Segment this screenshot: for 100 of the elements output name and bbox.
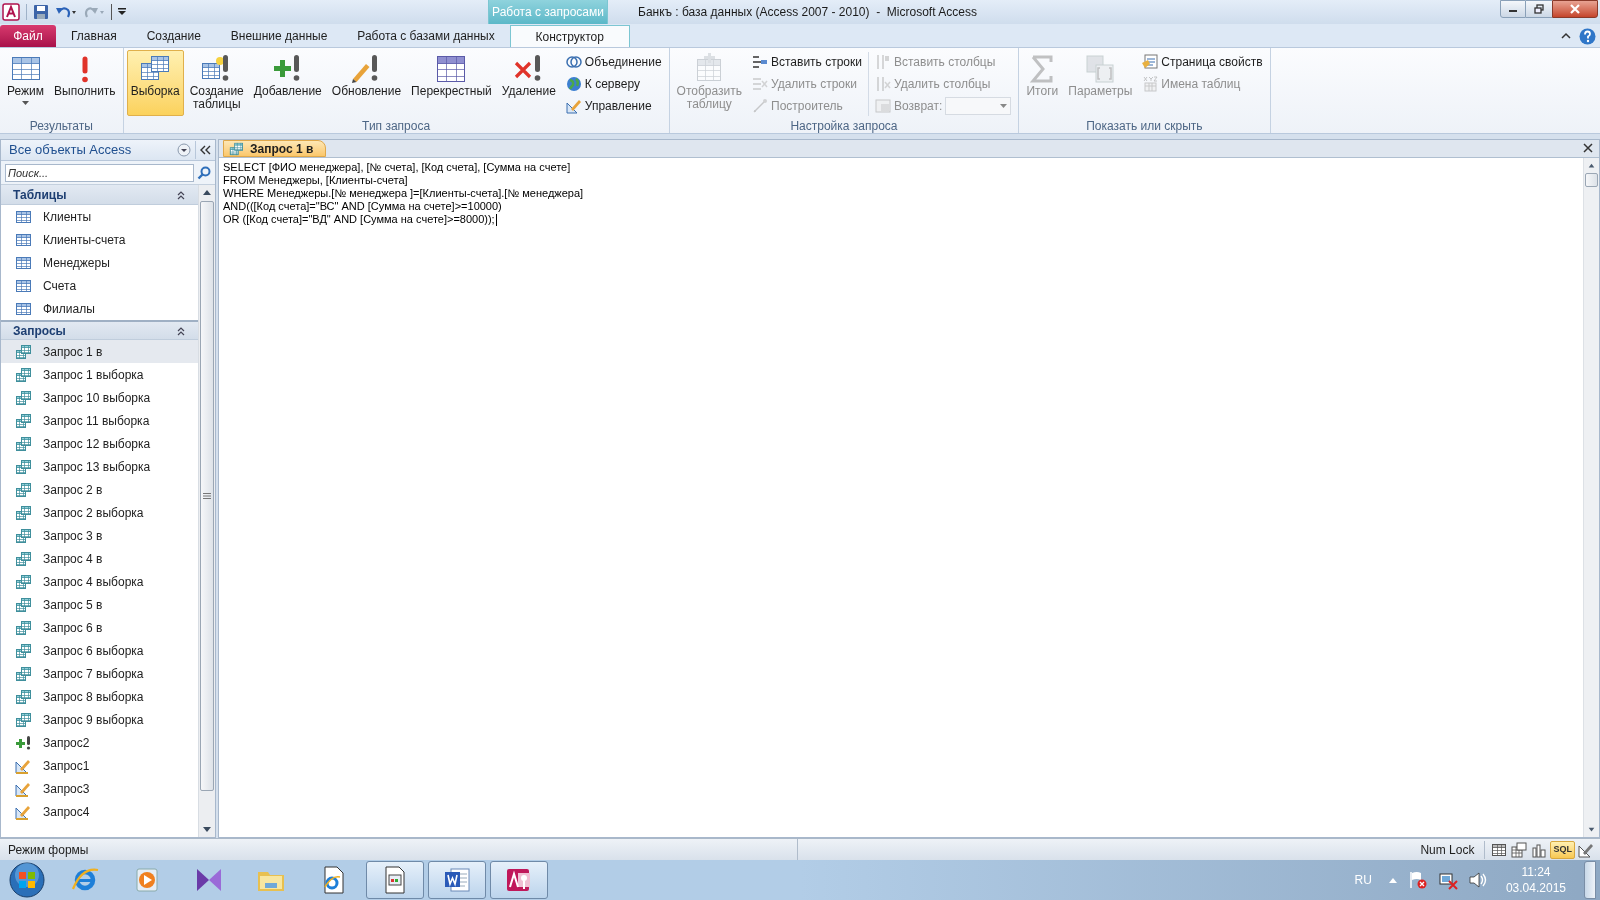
pivot-table-view-icon [1511, 841, 1528, 858]
ribbon-button[interactable]: Выполнить [50, 50, 120, 116]
datasheet-view-icon [1491, 841, 1508, 858]
status-text: Режим формы [8, 841, 89, 859]
collapse-ribbon-icon[interactable] [1561, 32, 1571, 40]
document-app-icon [442, 865, 472, 895]
undo-icon[interactable] [55, 4, 77, 20]
pivot-chart-view-icon [1531, 841, 1548, 858]
volume-icon[interactable] [1467, 870, 1488, 890]
code-line: OR ([Код счета]="ВД" AND [Сумма на счете]>=8000)); [223, 213, 498, 227]
save-icon[interactable] [33, 4, 49, 20]
restore-button[interactable] [1526, 0, 1552, 18]
query-icon [15, 412, 31, 429]
query-icon [15, 458, 31, 475]
collapse-pane-icon[interactable] [200, 145, 212, 155]
customize-icon[interactable] [118, 7, 126, 17]
chevron-icon [176, 325, 186, 336]
globe-icon [565, 76, 582, 92]
ribbon-button[interactable]: Выборка [126, 50, 184, 116]
dropdown-icon[interactable] [177, 143, 191, 157]
ribbon-tab[interactable]: Главная [56, 25, 132, 47]
ribbon-button[interactable]: Режим [3, 50, 48, 116]
code-line: WHERE Менеджеры.[№ менеджера ]=[Клиенты-счета].[№ менеджера] [223, 187, 585, 200]
query-icon [15, 596, 31, 613]
table-icon [15, 300, 31, 317]
ribbon-tab[interactable]: Работа с базами данных [342, 25, 510, 47]
caret-icon [1000, 104, 1008, 108]
close-icon[interactable] [1583, 143, 1593, 153]
query-icon [15, 481, 31, 498]
ribbon-button[interactable]: Удаление [497, 50, 560, 116]
ribbon-button[interactable]: Обновление [327, 50, 406, 116]
table-names-icon [1142, 76, 1159, 92]
group-label: Результаты [28, 118, 94, 133]
delete-columns-icon [875, 76, 891, 92]
scrollbar[interactable] [198, 185, 215, 837]
query-icon [15, 527, 31, 544]
network-icon[interactable] [1437, 870, 1458, 890]
view-button[interactable] [1510, 840, 1529, 859]
close-button[interactable] [1552, 0, 1598, 18]
taskbar-button[interactable] [490, 861, 548, 899]
ribbon-tab[interactable]: Файл [0, 25, 56, 47]
group-label: Тип запроса [361, 118, 432, 133]
ribbon-tab[interactable]: Создание [131, 25, 216, 47]
builder-icon [752, 98, 768, 114]
union-icon [565, 54, 582, 70]
nav-group-header[interactable]: Запросы [1, 320, 198, 340]
view-button[interactable]: SQL [1550, 840, 1575, 859]
property-sheet-icon [1142, 54, 1159, 70]
app-icon [2, 3, 20, 21]
query-icon [15, 366, 31, 383]
ribbon-button[interactable]: К серверу [563, 74, 664, 94]
ribbon-button[interactable]: Создание таблицы [185, 50, 248, 116]
design-view-icon [1578, 841, 1594, 858]
table-icon [15, 231, 31, 248]
table-icon [15, 277, 31, 294]
close-icon [1569, 4, 1581, 14]
search-icon[interactable] [197, 165, 211, 180]
search-field[interactable]: Поиск... [5, 163, 194, 182]
flag-icon[interactable] [1407, 870, 1428, 890]
query-icon [15, 573, 31, 590]
grip-icon [203, 493, 211, 499]
table-icon [15, 254, 31, 271]
query-icon [15, 550, 31, 567]
group-label: Показать или скрыть [1085, 118, 1204, 133]
taskbar-button[interactable] [428, 861, 486, 899]
scroll-thumb[interactable] [1585, 173, 1598, 187]
nav-pane-title: Все объекты Access [9, 141, 133, 160]
query-icon [15, 642, 31, 659]
ribbon-button[interactable]: Вставить строки [750, 52, 864, 72]
query-icon [15, 619, 31, 636]
document-tab[interactable]: Запрос 1 в [223, 140, 327, 157]
ribbon-tab[interactable]: Внешние данные [215, 25, 343, 47]
table-icon [15, 208, 31, 225]
scrollbar[interactable] [1583, 158, 1599, 837]
group-label: Настройка запроса [789, 118, 899, 133]
insert-columns-icon [875, 54, 891, 70]
nav-group-header[interactable]: Таблицы [1, 185, 198, 205]
exclamation-icon [81, 55, 88, 83]
delete-rows-icon [752, 76, 768, 92]
code-line: AND(([Код счета]="ВС" AND [Сумма на счете]>=10000) [223, 200, 503, 213]
query-icon [15, 688, 31, 705]
help-icon[interactable] [1579, 27, 1596, 45]
append-query-icon [15, 734, 31, 751]
ribbon-tab[interactable]: Конструктор [509, 25, 630, 48]
context-tab-label: Работа с запросами [488, 0, 608, 24]
num-lock-indicator: Num Lock [1420, 841, 1476, 859]
ribbon-button[interactable]: Перекрестный [407, 50, 496, 116]
nav-item[interactable]: Запрос 1 в [1, 340, 198, 363]
ribbon-button[interactable]: Управление [563, 96, 664, 116]
ribbon-button[interactable]: Объединение [563, 52, 664, 72]
scroll-thumb[interactable] [200, 201, 214, 791]
ribbon-button[interactable]: Страница свойств [1140, 52, 1265, 72]
ruler-pencil-icon [15, 757, 31, 774]
start-orb-icon [8, 861, 46, 899]
restore-icon [1534, 4, 1544, 14]
minimize-button[interactable] [1500, 0, 1526, 18]
taskbar-button[interactable] [366, 861, 424, 899]
ribbon-button[interactable]: Добавление [249, 50, 326, 116]
text-cursor [495, 214, 497, 227]
return-icon [875, 98, 891, 114]
